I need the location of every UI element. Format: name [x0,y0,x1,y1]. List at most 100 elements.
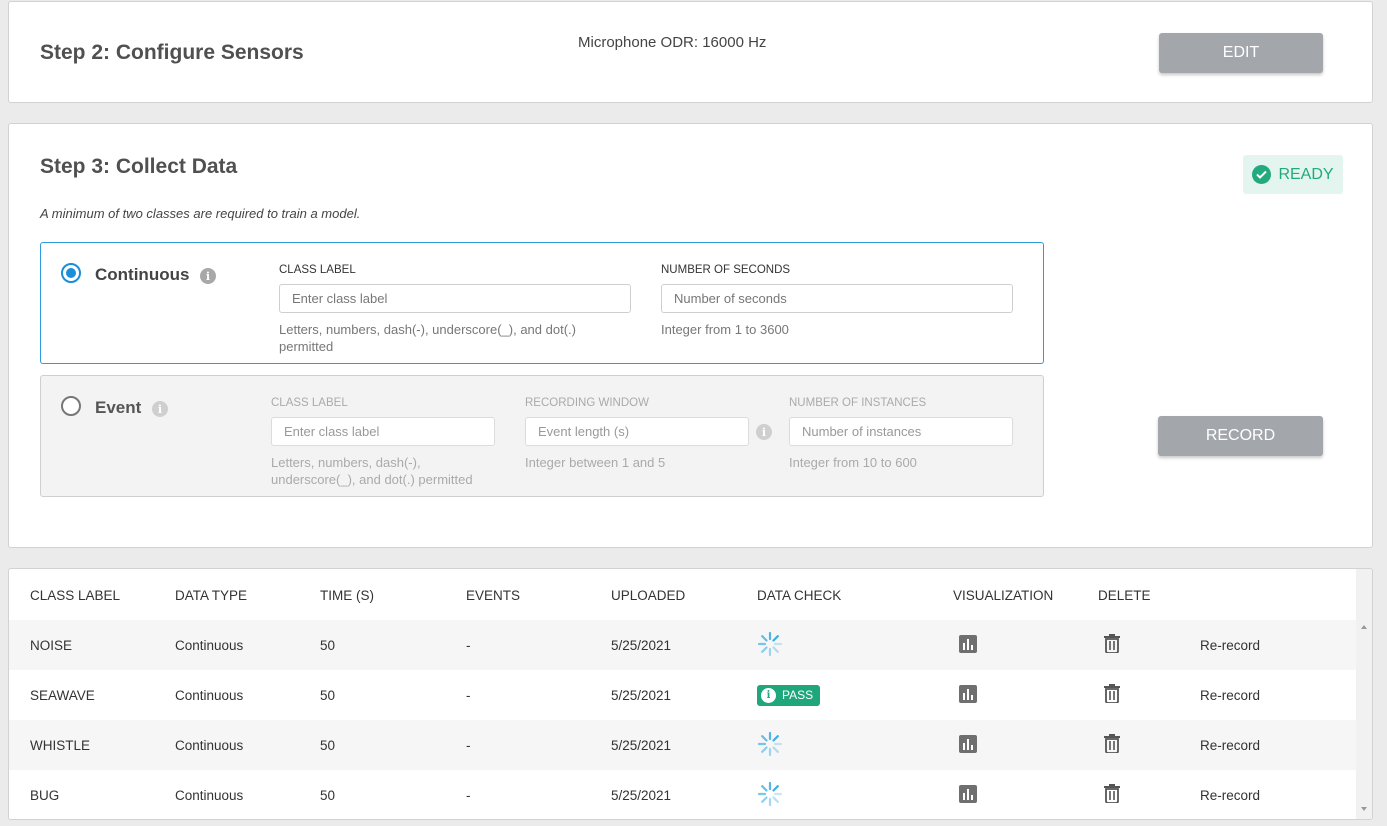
cell-data-type: Continuous [175,787,244,803]
min-classes-note: A minimum of two classes are required to… [40,206,361,221]
cell-visualization [953,770,1098,819]
cell-rerecord: Re-record [1200,620,1356,670]
continuous-radio[interactable] [61,263,81,283]
step2-title: Step 2: Configure Sensors [40,41,304,64]
table-row: WHISTLE Continuous 50 - 5/25/2021 Re-rec… [9,720,1356,770]
cell-rerecord: Re-record [1200,720,1356,770]
event-mode-panel[interactable]: Event i CLASS LABEL Letters, numbers, da… [40,375,1044,497]
header-data-type: DATA TYPE [175,588,248,603]
cell-delete [1098,770,1200,819]
cell-time: 50 [320,787,336,803]
cell-class-label: NOISE [30,637,73,653]
cell-class-label: SEAWAVE [30,687,95,703]
cell-rerecord: Re-record [1200,670,1356,720]
header-class-label: CLASS LABEL [30,588,121,603]
event-class-label-input[interactable] [271,417,495,446]
rerecord-link[interactable]: Re-record [1200,638,1260,653]
cell-delete [1098,720,1200,770]
cell-class-label: BUG [30,787,60,803]
header-data-check: DATA CHECK [757,588,842,603]
continuous-class-label-heading: CLASS LABEL [279,264,356,276]
cell-uploaded: 5/25/2021 [611,787,672,803]
pass-badge[interactable]: i PASS [757,684,821,706]
configure-sensors-card: Step 2: Configure Sensors Microphone ODR… [8,1,1373,103]
header-delete: DELETE [1098,588,1151,603]
rerecord-link[interactable]: Re-record [1200,688,1260,703]
cell-visualization [953,720,1098,770]
cell-data-check [757,770,953,819]
continuous-mode-panel[interactable]: Continuous i CLASS LABEL Letters, number… [40,242,1044,364]
continuous-class-label-input[interactable] [279,284,631,313]
cell-data-type: Continuous [175,637,244,653]
recorded-data-table-card: CLASS LABEL DATA TYPE TIME (S) EVENTS UP… [8,568,1373,820]
continuous-seconds-heading: NUMBER OF SECONDS [661,264,791,276]
recording-window-heading: RECORDING WINDOW [525,397,649,409]
rerecord-link[interactable]: Re-record [1200,738,1260,753]
cell-class-label: WHISTLE [30,737,91,753]
event-mode-label: Event [95,398,142,417]
trash-icon[interactable] [1104,634,1120,656]
event-radio[interactable] [61,396,81,416]
cell-data-check [757,720,953,770]
event-class-label-hint: Letters, numbers, dash(-), underscore(_)… [271,455,473,487]
number-of-instances-hint: Integer from 10 to 600 [789,455,917,470]
table-row: NOISE Continuous 50 - 5/25/2021 Re-recor… [9,620,1356,670]
rerecord-link[interactable]: Re-record [1200,788,1260,803]
cell-data-type: Continuous [175,737,244,753]
header-uploaded: UPLOADED [611,588,686,603]
trash-icon[interactable] [1104,784,1120,806]
cell-rerecord: Re-record [1200,770,1356,819]
ready-status-badge: READY [1243,155,1343,194]
loading-spinner-icon [757,781,783,810]
bar-chart-icon[interactable] [959,684,977,706]
cell-uploaded: 5/25/2021 [611,687,672,703]
record-button[interactable]: RECORD [1158,416,1323,456]
cell-events: - [466,737,471,753]
microphone-odr-text: Microphone ODR: 16000 Hz [578,34,767,51]
loading-spinner-icon [757,731,783,760]
cell-events: - [466,687,471,703]
info-icon: i [761,687,776,703]
continuous-mode-label: Continuous [95,265,190,284]
recorded-data-table: CLASS LABEL DATA TYPE TIME (S) EVENTS UP… [9,569,1356,819]
header-events: EVENTS [466,588,521,603]
collect-data-card: Step 3: Collect Data READY A minimum of … [8,123,1373,548]
cell-uploaded: 5/25/2021 [611,737,672,753]
edit-button[interactable]: EDIT [1159,33,1323,73]
cell-delete [1098,620,1200,670]
cell-visualization [953,620,1098,670]
event-class-label-heading: CLASS LABEL [271,397,348,409]
event-length-input[interactable] [525,417,749,446]
cell-data-check: i PASS [757,670,953,720]
recording-window-info-icon[interactable]: i [756,424,772,440]
continuous-class-label-hint: Letters, numbers, dash(-), underscore(_)… [279,322,576,354]
cell-data-check [757,620,953,670]
table-header-row: CLASS LABEL DATA TYPE TIME (S) EVENTS UP… [9,569,1356,620]
recording-window-hint: Integer between 1 and 5 [525,455,666,470]
pass-label: PASS [782,688,814,702]
bar-chart-icon[interactable] [959,784,977,806]
continuous-seconds-input[interactable] [661,284,1013,313]
header-visualization: VISUALIZATION [953,588,1054,603]
table-scrollbar[interactable] [1356,569,1372,819]
trash-icon[interactable] [1104,684,1120,706]
scroll-up-arrow-icon[interactable] [1361,625,1367,629]
ready-status-label: READY [1278,165,1334,183]
cell-visualization [953,670,1098,720]
bar-chart-icon[interactable] [959,634,977,656]
scroll-down-arrow-icon[interactable] [1361,807,1367,811]
number-of-instances-heading: NUMBER OF INSTANCES [789,397,927,409]
table-row: SEAWAVE Continuous 50 - 5/25/2021 i PASS … [9,670,1356,720]
number-of-instances-input[interactable] [789,417,1013,446]
event-info-icon[interactable]: i [152,401,168,417]
cell-time: 50 [320,637,336,653]
check-circle-icon [1252,165,1272,184]
header-time: TIME (S) [320,588,374,603]
table-row: BUG Continuous 50 - 5/25/2021 Re-record [9,770,1356,819]
continuous-seconds-hint: Integer from 1 to 3600 [661,322,789,337]
cell-uploaded: 5/25/2021 [611,637,672,653]
cell-time: 50 [320,737,336,753]
bar-chart-icon[interactable] [959,734,977,756]
continuous-info-icon[interactable]: i [200,268,216,284]
trash-icon[interactable] [1104,734,1120,756]
